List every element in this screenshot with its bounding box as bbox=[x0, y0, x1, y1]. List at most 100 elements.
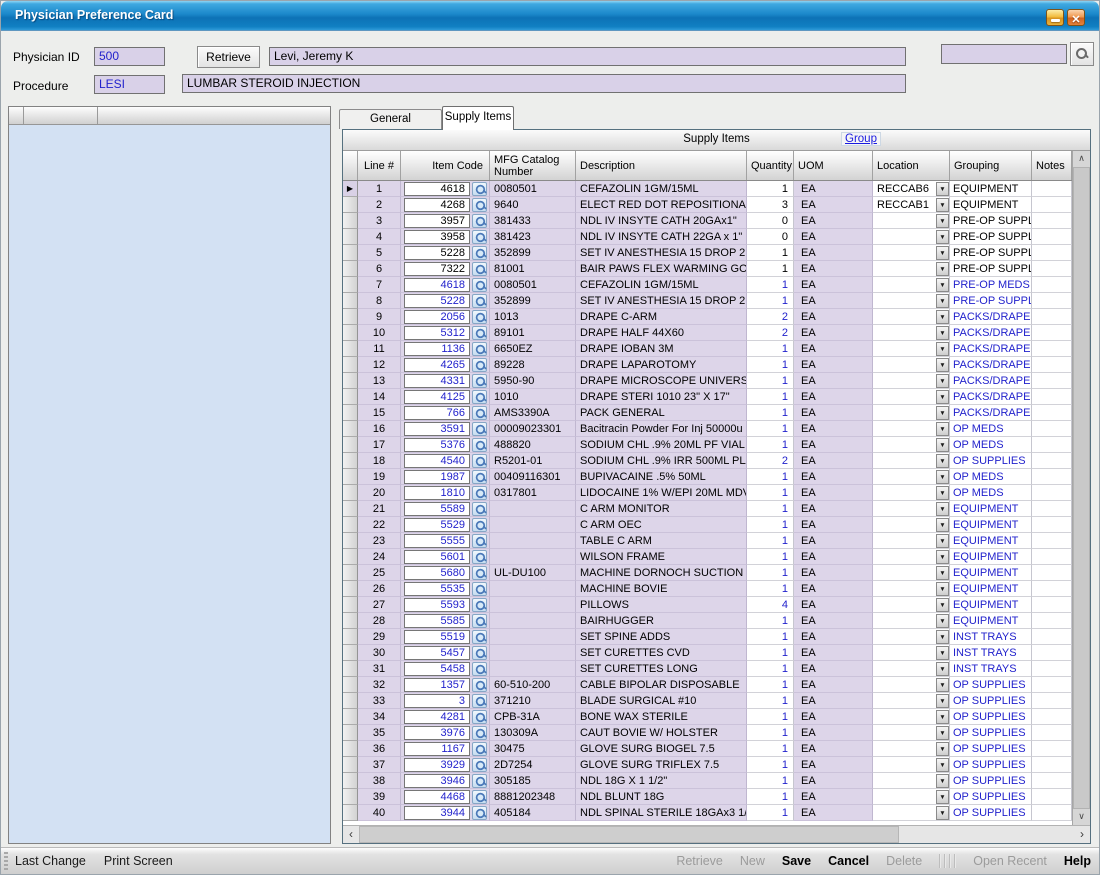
column-header-mfg[interactable]: MFG Catalog Number bbox=[490, 151, 576, 180]
item-code-input[interactable]: 5228 bbox=[404, 294, 470, 308]
quantity-cell[interactable]: 1 bbox=[747, 421, 794, 437]
location-dropdown-icon[interactable]: ▼ bbox=[936, 710, 949, 724]
row-selector[interactable] bbox=[343, 501, 358, 517]
item-lookup-button[interactable] bbox=[472, 566, 487, 580]
location-dropdown-icon[interactable]: ▼ bbox=[936, 438, 949, 452]
quantity-cell[interactable]: 2 bbox=[747, 309, 794, 325]
quantity-cell[interactable]: 0 bbox=[747, 213, 794, 229]
location-dropdown-icon[interactable]: ▼ bbox=[936, 246, 949, 260]
cancel-button[interactable]: Cancel bbox=[828, 854, 869, 868]
quantity-cell[interactable]: 1 bbox=[747, 629, 794, 645]
location-dropdown-icon[interactable]: ▼ bbox=[936, 198, 949, 212]
quantity-cell[interactable]: 2 bbox=[747, 453, 794, 469]
quantity-cell[interactable]: 1 bbox=[747, 405, 794, 421]
location-dropdown-icon[interactable]: ▼ bbox=[936, 662, 949, 676]
item-code-input[interactable]: 1810 bbox=[404, 486, 470, 500]
quantity-cell[interactable]: 1 bbox=[747, 469, 794, 485]
notes-cell[interactable] bbox=[1032, 501, 1072, 517]
item-code-input[interactable]: 5593 bbox=[404, 598, 470, 612]
row-selector[interactable] bbox=[343, 357, 358, 373]
column-header-item[interactable]: Item Code bbox=[401, 151, 490, 180]
item-code-input[interactable]: 5228 bbox=[404, 246, 470, 260]
location-dropdown-icon[interactable]: ▼ bbox=[936, 502, 949, 516]
location-dropdown-icon[interactable]: ▼ bbox=[936, 230, 949, 244]
quantity-cell[interactable]: 4 bbox=[747, 597, 794, 613]
notes-cell[interactable] bbox=[1032, 437, 1072, 453]
quantity-cell[interactable]: 1 bbox=[747, 373, 794, 389]
notes-cell[interactable] bbox=[1032, 709, 1072, 725]
grouping-cell[interactable]: OP SUPPLIES bbox=[950, 773, 1032, 789]
vertical-scrollbar[interactable]: ∧ ∨ bbox=[1072, 151, 1090, 825]
item-lookup-button[interactable] bbox=[472, 182, 487, 196]
item-lookup-button[interactable] bbox=[472, 726, 487, 740]
grouping-cell[interactable]: PACKS/DRAPES bbox=[950, 357, 1032, 373]
notes-cell[interactable] bbox=[1032, 213, 1072, 229]
row-selector[interactable] bbox=[343, 309, 358, 325]
row-selector[interactable] bbox=[343, 757, 358, 773]
quantity-cell[interactable]: 1 bbox=[747, 661, 794, 677]
item-code-input[interactable]: 3929 bbox=[404, 758, 470, 772]
location-dropdown-icon[interactable]: ▼ bbox=[936, 550, 949, 564]
quantity-cell[interactable]: 1 bbox=[747, 741, 794, 757]
quantity-cell[interactable]: 1 bbox=[747, 533, 794, 549]
notes-cell[interactable] bbox=[1032, 629, 1072, 645]
column-header-notes[interactable]: Notes bbox=[1032, 151, 1072, 180]
grouping-cell[interactable]: PRE-OP MEDS bbox=[950, 277, 1032, 293]
row-selector[interactable] bbox=[343, 453, 358, 469]
grouping-cell[interactable]: EQUIPMENT bbox=[950, 565, 1032, 581]
notes-cell[interactable] bbox=[1032, 757, 1072, 773]
notes-cell[interactable] bbox=[1032, 421, 1072, 437]
grouping-cell[interactable]: OP SUPPLIES bbox=[950, 741, 1032, 757]
item-code-input[interactable]: 1987 bbox=[404, 470, 470, 484]
grouping-cell[interactable]: PACKS/DRAPES bbox=[950, 309, 1032, 325]
location-dropdown-icon[interactable]: ▼ bbox=[936, 742, 949, 756]
location-dropdown-icon[interactable]: ▼ bbox=[936, 534, 949, 548]
item-code-input[interactable]: 2056 bbox=[404, 310, 470, 324]
location-value[interactable]: RECCAB6 bbox=[873, 182, 936, 196]
notes-cell[interactable] bbox=[1032, 533, 1072, 549]
location-dropdown-icon[interactable]: ▼ bbox=[936, 598, 949, 612]
grouping-cell[interactable]: EQUIPMENT bbox=[950, 197, 1032, 213]
quantity-cell[interactable]: 1 bbox=[747, 725, 794, 741]
grouping-cell[interactable]: PRE-OP SUPPLIES bbox=[950, 245, 1032, 261]
location-dropdown-icon[interactable]: ▼ bbox=[936, 390, 949, 404]
item-code-input[interactable]: 5519 bbox=[404, 630, 470, 644]
row-selector[interactable] bbox=[343, 325, 358, 341]
location-dropdown-icon[interactable]: ▼ bbox=[936, 806, 949, 820]
row-selector[interactable] bbox=[343, 437, 358, 453]
item-lookup-button[interactable] bbox=[472, 614, 487, 628]
row-selector[interactable] bbox=[343, 725, 358, 741]
horizontal-scrollbar[interactable]: ‹ › bbox=[343, 825, 1090, 843]
quantity-cell[interactable]: 1 bbox=[747, 789, 794, 805]
notes-cell[interactable] bbox=[1032, 197, 1072, 213]
item-code-input[interactable]: 5680 bbox=[404, 566, 470, 580]
grouping-cell[interactable]: OP SUPPLIES bbox=[950, 693, 1032, 709]
row-selector[interactable] bbox=[343, 421, 358, 437]
location-dropdown-icon[interactable]: ▼ bbox=[936, 262, 949, 276]
notes-cell[interactable] bbox=[1032, 805, 1072, 821]
notes-cell[interactable] bbox=[1032, 389, 1072, 405]
grouping-cell[interactable]: EQUIPMENT bbox=[950, 533, 1032, 549]
item-lookup-button[interactable] bbox=[472, 518, 487, 532]
item-lookup-button[interactable] bbox=[472, 262, 487, 276]
help-button[interactable]: Help bbox=[1064, 854, 1091, 868]
notes-cell[interactable] bbox=[1032, 597, 1072, 613]
item-code-input[interactable]: 3976 bbox=[404, 726, 470, 740]
location-dropdown-icon[interactable]: ▼ bbox=[936, 614, 949, 628]
item-lookup-button[interactable] bbox=[472, 230, 487, 244]
item-code-input[interactable]: 3 bbox=[404, 694, 470, 708]
grouping-cell[interactable]: INST TRAYS bbox=[950, 661, 1032, 677]
item-lookup-button[interactable] bbox=[472, 534, 487, 548]
grouping-cell[interactable]: EQUIPMENT bbox=[950, 581, 1032, 597]
item-code-input[interactable]: 5529 bbox=[404, 518, 470, 532]
grouping-cell[interactable]: PACKS/DRAPES bbox=[950, 389, 1032, 405]
scroll-right-icon[interactable]: › bbox=[1074, 826, 1090, 843]
scroll-down-icon[interactable]: ∨ bbox=[1073, 809, 1090, 825]
row-selector[interactable] bbox=[343, 581, 358, 597]
item-lookup-button[interactable] bbox=[472, 550, 487, 564]
scroll-left-icon[interactable]: ‹ bbox=[343, 826, 359, 843]
location-dropdown-icon[interactable]: ▼ bbox=[936, 486, 949, 500]
left-panel-body[interactable] bbox=[9, 125, 330, 843]
item-code-input[interactable]: 4125 bbox=[404, 390, 470, 404]
item-lookup-button[interactable] bbox=[472, 294, 487, 308]
